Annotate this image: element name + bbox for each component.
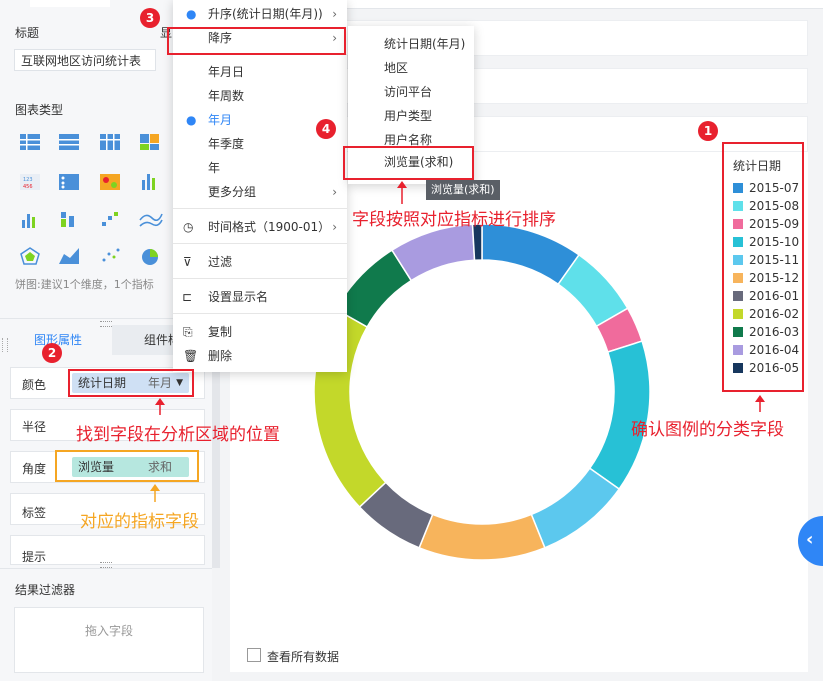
badge-1: 1 [698, 121, 718, 141]
prop-angle-label: 角度 [22, 462, 47, 476]
range-icon [102, 212, 118, 226]
filter-drop-text: 拖入字段 [84, 624, 133, 638]
bar-icon [142, 174, 155, 190]
menu-item-asc[interactable]: ● 升序(统计日期(年月)) › [173, 2, 347, 26]
menu-item-time-format[interactable]: ◷ 时间格式（1900-01） › [173, 215, 347, 239]
menu-separator [173, 313, 347, 314]
chevron-left-icon: ‹ [806, 529, 814, 550]
heatmap-icon [100, 174, 120, 190]
highlight-views-box [343, 146, 474, 180]
menu-item-y[interactable]: 年 [173, 156, 347, 180]
prop-tooltip-label: 提示 [22, 550, 47, 564]
selected-dot-icon: ● [186, 113, 197, 127]
prop-color-label: 颜色 [22, 378, 47, 392]
highlight-legend-box [722, 142, 804, 392]
trash-icon: 🗑 [183, 349, 199, 363]
svg-text:456: 456 [23, 184, 33, 190]
menu-item-yw[interactable]: 年周数 [173, 84, 347, 108]
chart-type-grid[interactable]: 123456 [14, 130, 164, 270]
rename-icon: ⊏ [182, 290, 193, 304]
menu-item-copy[interactable]: ⎘ 复制 [173, 320, 347, 344]
prop-radius-label: 半径 [22, 420, 47, 434]
menu-item-ymd[interactable]: 年月日 [173, 60, 347, 84]
line-icon [139, 213, 163, 227]
tooltip: 浏览量(求和) [426, 180, 500, 200]
context-menu: ● 升序(统计日期(年月)) › 降序 › 年月日 年周数 ● 年月 年季度 年… [173, 0, 347, 372]
divider [0, 568, 212, 569]
show-all-label: 查看所有数据 [267, 650, 340, 664]
svg-text:123: 123 [23, 177, 33, 183]
annotation-sort-note: 字段按照对应指标进行排序 [352, 210, 556, 230]
badge-2: 2 [42, 343, 62, 363]
badge-4: 4 [316, 119, 336, 139]
highlight-desc-box [167, 27, 346, 55]
submenu-item[interactable]: 地区 [348, 56, 474, 80]
menu-separator [173, 278, 347, 279]
selected-dot-icon: ● [186, 7, 197, 21]
highlight-angle-field-box [55, 450, 199, 482]
clock-icon: ◷ [183, 220, 194, 234]
kpi-icon: 123456 [20, 174, 40, 190]
annotation-metric-field: 对应的指标字段 [80, 512, 199, 532]
area-icon [59, 248, 79, 264]
donut-segment[interactable] [530, 467, 621, 549]
highlight-color-field-box [68, 369, 194, 397]
filter-label: 结果过滤器 [15, 583, 76, 597]
column-icon [22, 214, 35, 228]
show-all-checkbox[interactable] [247, 648, 261, 662]
stacked-icon [61, 212, 74, 227]
filter-drop-zone[interactable]: 拖入字段 [14, 607, 204, 673]
drag-handle-icon[interactable] [2, 338, 8, 352]
pie-hint: 饼图:建议1个维度，1个指标 [15, 278, 154, 291]
treemap-icon [140, 134, 159, 150]
menu-item-display-name[interactable]: ⊏ 设置显示名 [173, 285, 347, 309]
menu-separator [173, 243, 347, 244]
menu-item-delete[interactable]: 🗑 删除 [173, 344, 347, 368]
menu-item-filter[interactable]: ⊽ 过滤 [173, 250, 347, 274]
menu-separator [173, 208, 347, 209]
badge-3: 3 [140, 8, 160, 28]
chevron-right-icon: › [332, 7, 337, 21]
scatter-icon [102, 248, 120, 262]
annotation-legend-field: 确认图例的分类字段 [631, 420, 784, 440]
submenu-item[interactable]: 用户类型 [348, 104, 474, 128]
menu-item-more-group[interactable]: 更多分组 › [173, 180, 347, 204]
chevron-right-icon: › [332, 220, 337, 234]
top-tab [30, 0, 110, 7]
filter-icon: ⊽ [183, 255, 192, 269]
copy-icon: ⎘ [183, 325, 193, 339]
detail-table-icon [100, 134, 120, 150]
donut-segment[interactable] [418, 513, 546, 561]
pie-icon [142, 249, 158, 265]
drag-handle-icon[interactable] [100, 321, 112, 327]
submenu-item[interactable]: 统计日期(年月) [348, 32, 474, 56]
donut-chart[interactable] [300, 210, 665, 575]
radar-icon [20, 247, 40, 265]
submenu-item[interactable]: 访问平台 [348, 80, 474, 104]
annotation-locate-field: 找到字段在分析区域的位置 [76, 425, 280, 445]
table-icon [20, 134, 40, 150]
prop-label-label: 标签 [22, 506, 47, 520]
title-input[interactable]: 互联网地区访问统计表 [14, 49, 156, 71]
list-icon [59, 174, 79, 190]
title-label: 标题 [15, 26, 40, 40]
cross-table-icon [59, 134, 79, 150]
chevron-right-icon: › [332, 185, 337, 199]
chart-type-label: 图表类型 [15, 103, 64, 117]
